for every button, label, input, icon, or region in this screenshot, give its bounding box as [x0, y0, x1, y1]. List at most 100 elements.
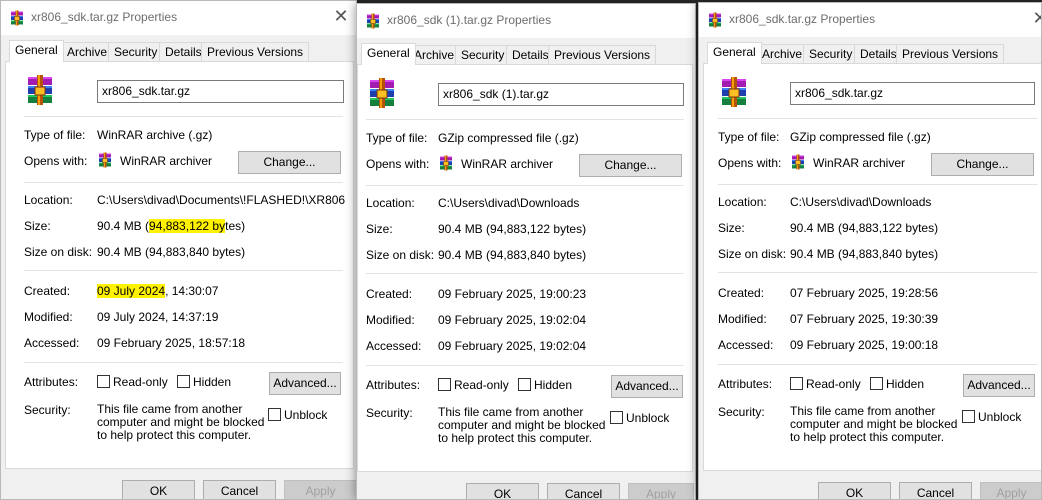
- read-only-checkbox[interactable]: [97, 375, 110, 388]
- created-label: Created:: [718, 286, 765, 300]
- accessed-label: Accessed:: [366, 339, 422, 353]
- filename-field[interactable]: xr806_sdk.tar.gz: [97, 80, 344, 103]
- created-value: 07 February 2025, 19:28:56: [790, 286, 939, 300]
- ok-button[interactable]: OK: [466, 483, 539, 499]
- unblock-checkbox[interactable]: [610, 411, 623, 424]
- winrar-file-icon: [24, 74, 56, 106]
- separator: [366, 273, 684, 274]
- type-value: WinRAR archive (.gz): [97, 128, 213, 142]
- winrar-file-icon: [718, 76, 750, 108]
- ok-button[interactable]: OK: [818, 482, 891, 499]
- separator: [366, 119, 684, 120]
- modified-label: Modified:: [718, 312, 767, 326]
- unblock-checkbox[interactable]: [962, 410, 975, 423]
- opens-with-label: Opens with:: [718, 156, 782, 170]
- apply-button[interactable]: Apply: [980, 482, 1041, 499]
- properties-dialog-3: xr806_sdk.tar.gz Properties ✕ General Ar…: [698, 2, 1042, 500]
- winrar-icon: [365, 13, 381, 29]
- apply-button[interactable]: Apply: [284, 480, 356, 499]
- tab-archive[interactable]: Archive: [756, 44, 809, 63]
- size-value: 90.4 MB (94,883,122 bytes): [790, 221, 939, 235]
- separator: [718, 184, 1038, 185]
- unblock-checkbox[interactable]: [268, 408, 281, 421]
- advanced-button[interactable]: Advanced...: [611, 375, 683, 398]
- properties-dialog-2: xr806_sdk (1).tar.gz Properties General …: [356, 3, 696, 500]
- location-value: C:\Users\divad\Downloads: [790, 195, 932, 209]
- read-only-label: Read-only: [806, 377, 861, 391]
- general-panel: xr806_sdk (1).tar.gz Type of file: GZip …: [357, 64, 693, 472]
- ok-button[interactable]: OK: [122, 480, 195, 499]
- change-button[interactable]: Change...: [238, 151, 341, 174]
- tab-security[interactable]: Security: [803, 44, 859, 63]
- hidden-checkbox[interactable]: [518, 378, 531, 391]
- security-message: This file came from another computer and…: [97, 402, 265, 442]
- close-icon[interactable]: ✕: [326, 1, 356, 31]
- cancel-button[interactable]: Cancel: [203, 480, 276, 499]
- close-icon[interactable]: ✕: [1025, 3, 1041, 33]
- general-panel: xr806_sdk.tar.gz Type of file: GZip comp…: [703, 63, 1041, 471]
- size-on-disk-label: Size on disk:: [24, 245, 93, 259]
- security-label: Security:: [366, 406, 413, 420]
- modified-value: 09 February 2025, 19:02:04: [438, 313, 587, 327]
- filename-field[interactable]: xr806_sdk (1).tar.gz: [438, 83, 684, 106]
- read-only-checkbox[interactable]: [790, 377, 803, 390]
- tab-previous-versions[interactable]: Previous Versions: [201, 42, 310, 61]
- winrar-app-icon: [97, 152, 113, 168]
- general-panel: xr806_sdk.tar.gz Type of file: WinRAR ar…: [5, 61, 354, 469]
- separator: [718, 272, 1038, 273]
- hidden-checkbox[interactable]: [177, 375, 190, 388]
- type-label: Type of file:: [718, 130, 780, 144]
- size-highlight: 94,883,122 by: [149, 219, 226, 233]
- tab-general[interactable]: General: [707, 42, 762, 64]
- type-value: GZip compressed file (.gz): [790, 130, 931, 144]
- separator: [718, 364, 1038, 365]
- change-button[interactable]: Change...: [931, 153, 1034, 176]
- tab-previous-versions[interactable]: Previous Versions: [896, 44, 1005, 63]
- modified-value: 09 July 2024, 14:37:19: [97, 310, 219, 324]
- advanced-button[interactable]: Advanced...: [269, 372, 341, 395]
- accessed-label: Accessed:: [718, 338, 774, 352]
- location-value: C:\Users\divad\Documents\!FLASHED!\XR806: [97, 193, 346, 207]
- modified-value: 07 February 2025, 19:30:39: [790, 312, 939, 326]
- winrar-icon: [9, 10, 25, 26]
- change-button[interactable]: Change...: [579, 154, 682, 177]
- created-highlight: 09 July 2024: [97, 284, 166, 298]
- security-message: This file came from another computer and…: [790, 404, 958, 444]
- attributes-label: Attributes:: [24, 375, 79, 389]
- winrar-icon: [707, 12, 723, 28]
- unblock-label: Unblock: [978, 410, 1022, 424]
- location-value: C:\Users\divad\Downloads: [438, 196, 580, 210]
- location-label: Location:: [366, 196, 415, 210]
- hidden-label: Hidden: [193, 375, 232, 389]
- separator: [366, 365, 684, 366]
- cancel-button[interactable]: Cancel: [899, 482, 972, 499]
- size-on-disk-label: Size on disk:: [366, 248, 435, 262]
- tab-previous-versions[interactable]: Previous Versions: [548, 45, 657, 64]
- separator: [24, 116, 343, 117]
- tab-general[interactable]: General: [9, 40, 64, 62]
- hidden-checkbox[interactable]: [870, 377, 883, 390]
- apply-button[interactable]: Apply: [628, 483, 694, 499]
- tab-security[interactable]: Security: [455, 45, 511, 64]
- separator: [366, 185, 684, 186]
- created-value: 09 February 2025, 19:00:23: [438, 287, 587, 301]
- cancel-button[interactable]: Cancel: [547, 483, 620, 499]
- location-label: Location:: [24, 193, 73, 207]
- size-value: 90.4 MB (94,883,122 bytes): [97, 219, 246, 233]
- window-title: xr806_sdk.tar.gz Properties: [31, 10, 178, 24]
- tab-archive[interactable]: Archive: [408, 45, 461, 64]
- winrar-app-icon: [790, 154, 806, 170]
- type-label: Type of file:: [24, 128, 86, 142]
- read-only-label: Read-only: [454, 378, 509, 392]
- tab-general[interactable]: General: [361, 43, 416, 65]
- size-on-disk-label: Size on disk:: [718, 247, 787, 261]
- advanced-button[interactable]: Advanced...: [963, 374, 1035, 397]
- separator: [24, 182, 343, 183]
- tab-archive[interactable]: Archive: [61, 42, 114, 61]
- filename-field[interactable]: xr806_sdk.tar.gz: [790, 82, 1035, 105]
- hidden-label: Hidden: [534, 378, 573, 392]
- tab-security[interactable]: Security: [108, 42, 164, 61]
- modified-label: Modified:: [366, 313, 415, 327]
- read-only-checkbox[interactable]: [438, 378, 451, 391]
- location-label: Location:: [718, 195, 767, 209]
